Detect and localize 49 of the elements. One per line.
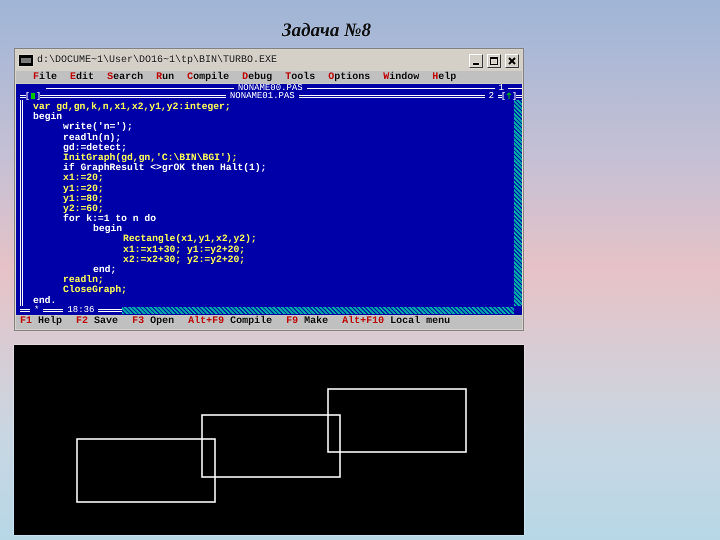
code-line: end. [33, 296, 58, 306]
maximize-icon [490, 56, 498, 64]
status-bar-item[interactable]: F9 Make [286, 314, 328, 329]
menu-item[interactable]: Run [156, 71, 174, 84]
code-line: CloseGraph; [63, 285, 128, 296]
code-line: for k:=1 to n do [63, 214, 158, 224]
status-bar-item[interactable]: F1 Help [20, 314, 62, 329]
code-line: readln; [63, 275, 104, 286]
menu-item[interactable]: Tools [285, 71, 316, 84]
code-line: end; [93, 265, 118, 275]
code-line: var gd,gn,k,n,x1,x2,y1,y2:integer; [33, 102, 232, 112]
menu-item[interactable]: Options [328, 71, 370, 84]
minimize-button[interactable] [469, 54, 483, 68]
status-bar-item[interactable]: Alt+F10 Local menu [342, 314, 450, 329]
code-line: x1:=20; [63, 173, 105, 184]
code-line: begin [33, 112, 63, 122]
code-line: gd:=detect; [63, 142, 128, 153]
dos-app-icon [19, 55, 33, 66]
code-line: begin [93, 224, 124, 234]
vertical-scrollbar[interactable] [514, 100, 522, 306]
menu-item[interactable]: Compile [187, 71, 230, 84]
close-button[interactable] [505, 54, 519, 68]
status-bar-item[interactable]: Alt+F9 Compile [188, 314, 272, 329]
code-line: readln(n); [63, 132, 122, 143]
close-box-icon[interactable] [26, 92, 40, 100]
code-line: y1:=20; [63, 184, 105, 194]
slide-title: Задача №8 [282, 19, 372, 43]
menu-item[interactable]: Help [432, 71, 456, 84]
status-bar-item[interactable]: F3 Open [132, 314, 174, 329]
code-line: x1:=x1+30; y1:=y2+20; [123, 244, 246, 255]
code-line: write('n='); [63, 122, 134, 133]
menu-item[interactable]: File [33, 71, 58, 84]
menu-item[interactable]: Window [383, 71, 420, 84]
code-line: Rectangle(x1,y1,x2,y2); [123, 234, 258, 245]
menu-item[interactable]: Search [107, 71, 144, 84]
code-line: InitGraph(gd,gn,'C:\BIN\BGI'); [63, 152, 238, 163]
code-line: x2:=x2+30; y2:=y2+20; [123, 254, 246, 265]
code-line: y1:=80; [63, 194, 105, 204]
menu-item[interactable]: Debug [242, 71, 272, 84]
horizontal-scrollbar[interactable] [122, 306, 514, 314]
code-line: if GraphResult <>grOK then Halt(1); [63, 163, 268, 174]
code-line: y2:=60; [63, 204, 105, 214]
minimize-icon [473, 62, 479, 64]
zoom-box-icon[interactable] [502, 92, 516, 100]
window-title: d:\DOCUME~1\User\DO16~1\tp\BIN\TURBO.EXE [37, 54, 278, 68]
menu-item[interactable]: Edit [70, 71, 94, 84]
status-bar-item[interactable]: F2 Save [76, 314, 118, 329]
maximize-button[interactable] [487, 54, 501, 68]
close-icon [508, 56, 516, 64]
